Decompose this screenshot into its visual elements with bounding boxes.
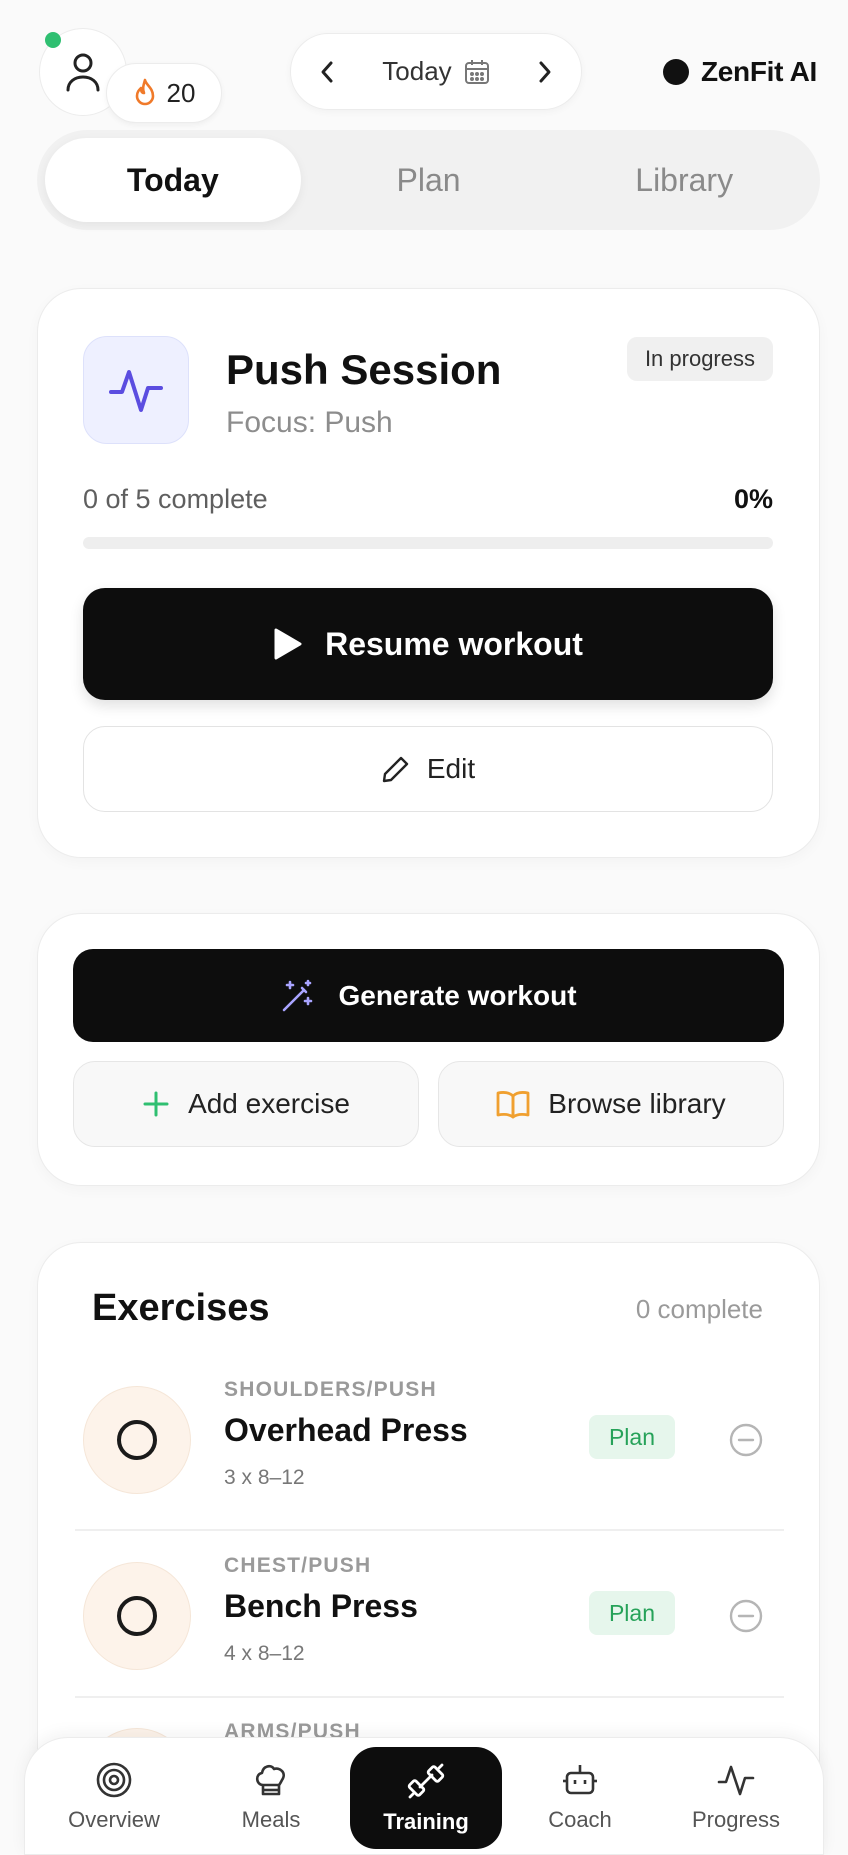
play-icon [273,627,303,661]
exercise-complete-toggle[interactable] [83,1386,191,1494]
calendar-icon [464,59,490,85]
book-open-icon [496,1089,530,1119]
online-status-dot [45,32,61,48]
session-card: Push Session Focus: Push In progress 0 o… [37,288,820,858]
brand-dot-icon [662,59,689,85]
chef-hat-icon [252,1761,290,1799]
remove-circle-icon[interactable] [728,1598,764,1634]
exercise-name: Bench Press [224,1588,418,1624]
resume-workout-label: Resume workout [325,625,583,662]
pencil-icon [381,754,411,784]
session-icon-box [83,336,189,444]
date-picker[interactable]: Today [382,56,489,87]
tab-today[interactable]: Today [45,138,301,222]
view-tabs: Today Plan Library [37,130,820,230]
progress-text: 0 of 5 complete [83,484,268,514]
tab-plan[interactable]: Plan [301,138,557,222]
user-icon [65,52,101,92]
tab-library[interactable]: Library [556,138,812,222]
session-focus: Focus: Push [226,406,393,439]
nav-item-training[interactable]: Training [350,1747,502,1849]
session-title: Push Session [226,346,502,393]
generate-workout-label: Generate workout [338,979,577,1011]
row-divider [75,1696,784,1698]
brand-logo: ZenFit AI [662,54,817,90]
exercise-category: CHEST/PUSH [224,1554,372,1577]
nav-item-meals[interactable]: Meals [196,1738,346,1855]
dumbbell-icon [406,1761,446,1801]
nav-label: Coach [548,1807,612,1832]
status-badge: In progress [626,337,773,381]
magic-wand-icon [280,978,316,1014]
actions-card: Generate workout Add exercise Browse lib… [37,913,820,1186]
edit-label: Edit [426,753,476,784]
top-bar: 20 Today ZenFit AI [0,0,848,125]
nav-label: Overview [68,1807,160,1832]
nav-label: Training [383,1809,469,1834]
nav-item-progress[interactable]: Progress [661,1738,811,1855]
exercise-row[interactable]: CHEST/PUSH Bench Press 4 x 8–12 Plan [38,1554,821,1730]
nav-item-coach[interactable]: Coach [505,1738,655,1855]
circle-icon [117,1420,157,1460]
plan-badge: Plan [589,1415,675,1459]
add-exercise-button[interactable]: Add exercise [73,1061,419,1147]
activity-icon [717,1761,755,1799]
nav-label: Progress [691,1807,781,1832]
target-icon [95,1761,133,1799]
nav-label: Meals [241,1807,301,1832]
circle-icon [117,1596,157,1636]
streak-badge[interactable]: 20 [106,63,222,123]
add-exercise-label: Add exercise [188,1088,350,1119]
generate-workout-button[interactable]: Generate workout [73,949,784,1042]
date-navigator: Today [290,33,582,110]
robot-icon [561,1761,599,1799]
streak-count: 20 [166,77,196,108]
plus-icon [142,1090,170,1118]
exercise-sets: 4 x 8–12 [224,1642,305,1665]
exercise-complete-toggle[interactable] [83,1562,191,1670]
plan-badge: Plan [589,1591,675,1635]
flame-icon [133,78,157,108]
browse-library-button[interactable]: Browse library [438,1061,784,1147]
brand-name: ZenFit AI [700,56,817,87]
exercise-category: SHOULDERS/PUSH [224,1378,437,1401]
nav-item-overview[interactable]: Overview [39,1738,189,1855]
bottom-navigation: Overview Meals Training Coach Progress [24,1737,824,1855]
exercises-heading: Exercises [92,1287,270,1329]
exercises-complete-count: 0 complete [635,1294,763,1324]
exercise-name: Overhead Press [224,1412,468,1448]
chevron-right-icon[interactable] [537,60,553,84]
browse-library-label: Browse library [548,1088,726,1119]
progress-percent: 0% [733,484,773,514]
chevron-left-icon[interactable] [319,60,335,84]
remove-circle-icon[interactable] [728,1422,764,1458]
resume-workout-button[interactable]: Resume workout [83,588,773,700]
edit-button[interactable]: Edit [83,726,773,812]
date-label: Today [382,56,452,86]
row-divider [75,1529,784,1531]
activity-icon [108,362,164,418]
exercise-sets: 3 x 8–12 [224,1466,305,1489]
progress-bar [83,537,773,549]
